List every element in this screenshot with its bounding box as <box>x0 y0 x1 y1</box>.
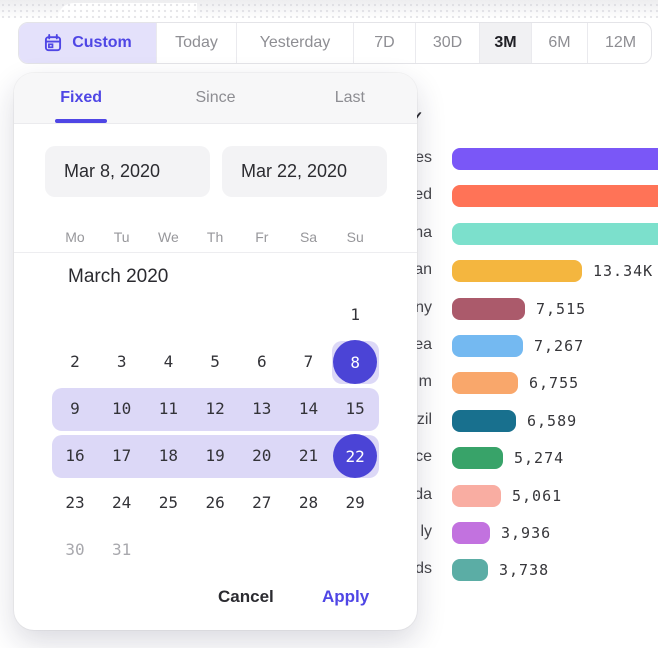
chart-bar <box>452 559 488 581</box>
day-10[interactable]: 10 <box>99 399 145 419</box>
day-31: 31 <box>99 540 145 560</box>
chart-bar-value: 5,274 <box>514 449 564 467</box>
chart-bar <box>452 185 658 207</box>
start-date-input[interactable]: Mar 8, 2020 <box>45 146 210 197</box>
weekday-mo: Mo <box>52 229 98 245</box>
apply-button[interactable]: Apply <box>322 587 369 607</box>
day-30: 30 <box>52 540 98 560</box>
day-4[interactable]: 4 <box>145 352 191 372</box>
cancel-button[interactable]: Cancel <box>218 587 274 607</box>
range-button-custom-label: Custom <box>72 34 132 52</box>
weekday-th: Th <box>192 229 238 245</box>
chart-bar <box>452 223 658 245</box>
day-15[interactable]: 15 <box>332 399 378 419</box>
day-3[interactable]: 3 <box>99 352 145 372</box>
day-27[interactable]: 27 <box>239 493 285 513</box>
chart-bar <box>452 148 658 170</box>
day-24[interactable]: 24 <box>99 493 145 513</box>
chart-bar <box>452 522 490 544</box>
day-9[interactable]: 9 <box>52 399 98 419</box>
chart-bar-value: 6,755 <box>529 374 579 392</box>
weekday-su: Su <box>332 229 378 245</box>
day-21[interactable]: 21 <box>286 446 332 466</box>
day-13[interactable]: 13 <box>239 399 285 419</box>
chart-bar-value: 7,267 <box>534 337 584 355</box>
day-1[interactable]: 1 <box>332 305 378 325</box>
day-25[interactable]: 25 <box>145 493 191 513</box>
tab-fixed[interactable]: Fixed <box>14 73 148 123</box>
tab-last[interactable]: Last <box>283 73 417 123</box>
chart-bar-value: 3,936 <box>501 524 551 542</box>
range-button-3m[interactable]: 3M <box>479 23 531 63</box>
chart-bar <box>452 335 523 357</box>
date-range-toolbar: Custom TodayYesterday7D30D3M6M12M <box>18 22 652 64</box>
day-14[interactable]: 14 <box>286 399 332 419</box>
day-5[interactable]: 5 <box>192 352 238 372</box>
picker-tab-bar: FixedSinceLast <box>14 73 417 124</box>
chart-bar <box>452 410 516 432</box>
day-22-selected[interactable]: 22 <box>333 434 377 478</box>
calendar-icon <box>43 33 63 53</box>
date-picker-popup: FixedSinceLast Mar 8, 2020 Mar 22, 2020 … <box>14 73 417 630</box>
day-12[interactable]: 12 <box>192 399 238 419</box>
day-2[interactable]: 2 <box>52 352 98 372</box>
chart-bar-value: 3,738 <box>499 561 549 579</box>
chart-bar <box>452 372 518 394</box>
chart-bar <box>452 298 525 320</box>
range-button-today[interactable]: Today <box>156 23 236 63</box>
tab-since[interactable]: Since <box>148 73 282 123</box>
day-23[interactable]: 23 <box>52 493 98 513</box>
chart-bar <box>452 447 503 469</box>
day-19[interactable]: 19 <box>192 446 238 466</box>
range-button-7d[interactable]: 7D <box>353 23 415 63</box>
day-7[interactable]: 7 <box>286 352 332 372</box>
weekday-we: We <box>145 229 191 245</box>
chart-bar <box>452 485 501 507</box>
day-8-selected[interactable]: 8 <box>333 340 377 384</box>
range-button-12m[interactable]: 12M <box>587 23 652 63</box>
day-26[interactable]: 26 <box>192 493 238 513</box>
range-button-6m[interactable]: 6M <box>531 23 587 63</box>
day-28[interactable]: 28 <box>286 493 332 513</box>
day-6[interactable]: 6 <box>239 352 285 372</box>
chart-bar-value: 7,515 <box>536 300 586 318</box>
chart-bar-value: 13.34K <box>593 262 653 280</box>
end-date-input[interactable]: Mar 22, 2020 <box>222 146 387 197</box>
chart-bar <box>452 260 582 282</box>
day-29[interactable]: 29 <box>332 493 378 513</box>
day-20[interactable]: 20 <box>239 446 285 466</box>
weekday-fr: Fr <box>239 229 285 245</box>
range-button-30d[interactable]: 30D <box>415 23 479 63</box>
chart-bar-value: 5,061 <box>512 487 562 505</box>
day-18[interactable]: 18 <box>145 446 191 466</box>
range-button-custom[interactable]: Custom <box>19 23 156 63</box>
dotted-texture <box>0 0 658 18</box>
range-button-yesterday[interactable]: Yesterday <box>236 23 353 63</box>
weekday-sa: Sa <box>286 229 332 245</box>
month-title: March 2020 <box>68 266 168 288</box>
chart-bar-value: 6,589 <box>527 412 577 430</box>
divider <box>14 252 417 253</box>
day-17[interactable]: 17 <box>99 446 145 466</box>
weekday-tu: Tu <box>99 229 145 245</box>
day-11[interactable]: 11 <box>145 399 191 419</box>
active-tab-underline <box>55 119 107 123</box>
day-16[interactable]: 16 <box>52 446 98 466</box>
